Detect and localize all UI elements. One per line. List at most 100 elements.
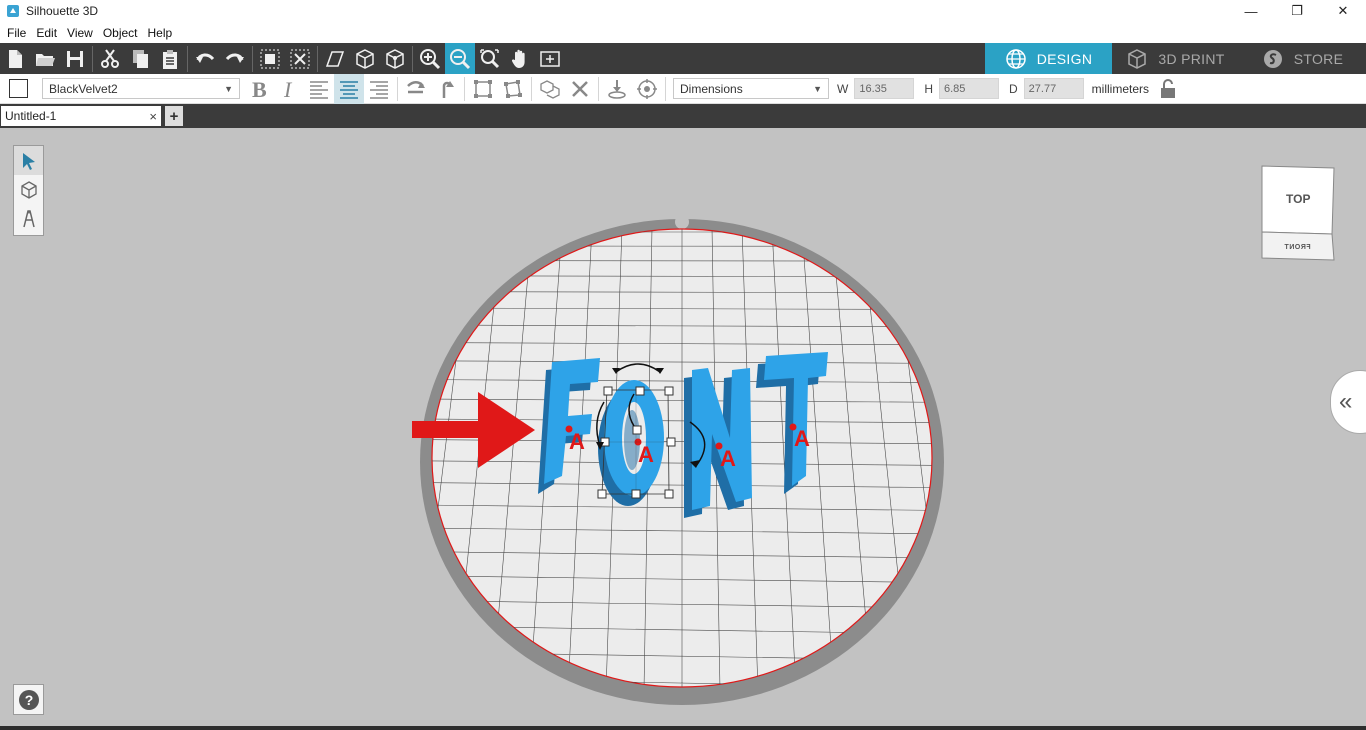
document-tab-strip: Untitled-1 × + [0,104,1366,128]
center-button[interactable] [632,74,662,104]
help-icon: ? [18,689,39,710]
ungroup-icon [290,49,310,68]
hand-icon [511,49,525,68]
italic-button[interactable]: I [274,74,304,104]
copy-button[interactable] [125,43,155,74]
help-button[interactable]: ? [13,684,44,715]
app-icon [7,5,19,17]
status-divider [0,726,1366,730]
menu-object[interactable]: Object [98,26,143,40]
print-cube-icon [1128,48,1147,69]
cube-alt-button[interactable] [380,43,410,74]
width-field[interactable]: 16.35 [854,78,915,99]
duplicate-3d-button[interactable] [535,74,565,104]
select-tool[interactable] [14,146,43,175]
center-handle[interactable] [632,425,642,435]
bold-icon: B [252,78,267,100]
title-bar: Silhouette 3D — ❐ ✕ [0,0,1366,22]
anchor-marker-t[interactable]: A [794,426,810,451]
text-tool[interactable] [14,204,43,233]
tab-store-label: STORE [1293,50,1344,67]
tab-3d-print[interactable]: 3D PRINT [1112,43,1239,74]
align-left-button[interactable] [304,74,334,104]
cube-view-button[interactable] [350,43,380,74]
menu-edit[interactable]: Edit [31,26,62,40]
menu-view[interactable]: View [62,26,98,40]
toolbar-divider [412,45,413,72]
ungroup-button[interactable] [285,43,315,74]
close-button[interactable]: ✕ [1320,0,1366,22]
folder-icon [36,53,55,66]
flip-vertical-icon [442,80,454,98]
undo-button[interactable] [190,43,220,74]
save-button[interactable] [60,43,90,74]
text-3d-icon [22,209,35,227]
add-tab-button[interactable]: + [165,106,183,126]
menu-help[interactable]: Help [143,26,178,40]
svg-text:B: B [252,78,267,100]
resize-handle[interactable] [666,437,676,447]
unlock-icon[interactable] [1159,78,1177,99]
minimize-button[interactable]: — [1228,0,1274,22]
view-cube[interactable]: TOP FRONT [1258,164,1338,264]
open-file-button[interactable] [30,43,60,74]
zoom-fit-button[interactable] [475,43,505,74]
pointer-icon [22,152,35,170]
delete-button[interactable] [565,74,595,104]
color-swatch[interactable] [9,79,28,98]
anchor-marker-n[interactable]: A [720,446,736,471]
anchor-marker-o[interactable]: A [638,442,654,467]
bold-button[interactable]: B [244,74,274,104]
bounding-box-button[interactable] [468,74,498,104]
align-center-button[interactable] [334,73,364,104]
transform-button[interactable] [498,74,528,104]
paste-button[interactable] [155,43,185,74]
depth-field[interactable]: 27.77 [1023,78,1084,99]
fit-page-button[interactable] [535,43,565,74]
toolbar-divider [531,76,532,101]
transform-icon [504,79,522,98]
align-center-icon [340,80,358,99]
resize-handle[interactable] [631,489,641,499]
redo-button[interactable] [220,43,250,74]
perspective-button[interactable] [320,43,350,74]
tab-design[interactable]: DESIGN [985,43,1112,74]
dimensions-select[interactable]: Dimensions ▼ [673,78,829,99]
tab-store[interactable]: STORE [1239,43,1366,74]
cut-button[interactable] [95,43,125,74]
document-tab[interactable]: Untitled-1 × [1,106,161,126]
drop-to-floor-button[interactable] [602,74,632,104]
3d-scene[interactable]: A A A A [0,128,1366,726]
shape-tool[interactable] [14,175,43,204]
svg-text:?: ? [24,692,33,708]
group-button[interactable] [255,43,285,74]
resize-handle[interactable] [664,386,674,396]
font-select[interactable]: BlackVelvet2 ▼ [42,78,240,99]
italic-icon: I [283,78,293,100]
flip-horizontal-button[interactable] [401,74,431,104]
close-tab-icon[interactable]: × [149,109,157,124]
flip-vertical-button[interactable] [431,74,461,104]
new-file-button[interactable] [0,43,30,74]
view-cube-top[interactable]: TOP [1286,192,1310,206]
resize-handle[interactable] [635,386,645,396]
restore-button[interactable]: ❐ [1274,0,1320,22]
align-right-button[interactable] [364,74,394,104]
resize-handle[interactable] [664,489,674,499]
anchor-marker-f[interactable]: A [569,429,585,454]
zoom-fit-icon [480,48,500,68]
zoom-in-button[interactable] [415,43,445,74]
resize-handle[interactable] [603,386,613,396]
font-select-value: BlackVelvet2 [49,81,118,96]
toolbar-divider [92,45,93,72]
scissors-icon [101,48,119,68]
fit-page-icon [540,50,560,67]
height-field[interactable]: 6.85 [939,78,999,99]
zoom-out-button[interactable] [445,43,475,74]
dimensions-select-value: Dimensions [680,81,743,96]
pan-button[interactable] [505,43,535,74]
menu-file[interactable]: File [2,26,31,40]
globe-icon [1006,48,1026,69]
resize-handle[interactable] [597,489,607,499]
view-cube-front[interactable]: FRONT [1284,244,1311,251]
